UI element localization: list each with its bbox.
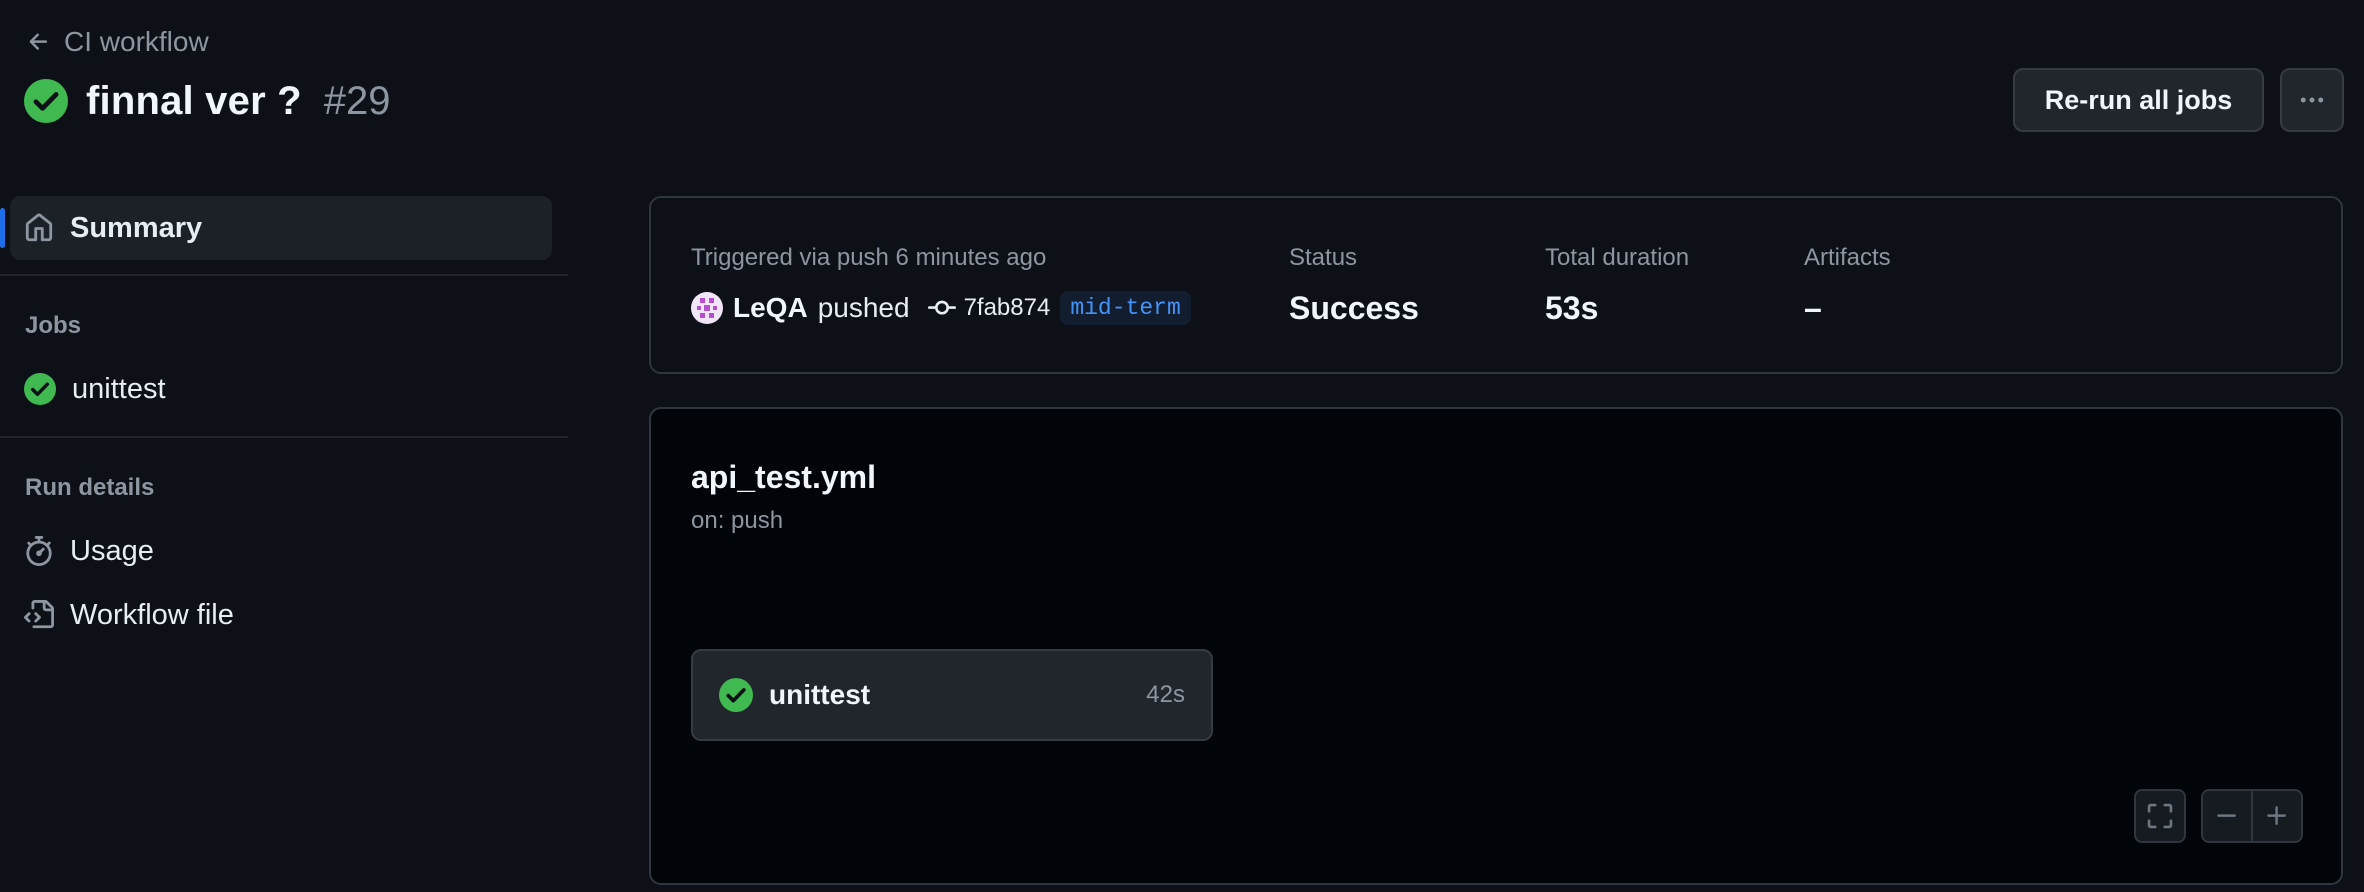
run-details-heading: Run details — [25, 474, 155, 501]
sidebar-summary-label: Summary — [70, 211, 203, 244]
run-title: finnal ver ? — [86, 78, 302, 123]
status-label: Status — [1289, 244, 1358, 271]
active-indicator — [0, 208, 5, 248]
fullscreen-button[interactable] — [2134, 789, 2186, 843]
back-link-label: CI workflow — [64, 26, 209, 57]
artifacts-value: – — [1804, 290, 1822, 326]
back-to-workflow-link[interactable]: CI workflow — [26, 24, 209, 60]
job-node-duration: 42s — [1146, 681, 1185, 708]
zoom-in-button[interactable] — [2253, 791, 2301, 841]
job-node-name: unittest — [769, 679, 871, 710]
sidebar-divider — [0, 274, 568, 276]
sidebar-usage-label: Usage — [70, 534, 154, 567]
duration-value: 53s — [1545, 290, 1599, 326]
workflow-file-name: api_test.yml — [691, 459, 876, 495]
check-circle-fill-icon — [719, 678, 753, 712]
plus-icon — [2264, 803, 2290, 829]
actor-link[interactable]: LeQA — [733, 292, 808, 324]
commit-link[interactable]: 7fab874 — [927, 294, 1051, 322]
arrow-left-icon — [26, 29, 52, 55]
rerun-all-jobs-button[interactable]: Re-run all jobs — [2013, 68, 2264, 132]
commit-sha: 7fab874 — [963, 294, 1051, 321]
branch-badge[interactable]: mid-term — [1060, 291, 1191, 325]
sidebar-item-usage[interactable]: Usage — [10, 519, 552, 583]
job-node-unittest[interactable]: unittest 42s — [691, 649, 1213, 741]
git-commit-icon — [927, 294, 956, 322]
avatar[interactable] — [691, 292, 723, 324]
screen-full-icon — [2146, 802, 2174, 830]
sidebar-item-summary[interactable]: Summary — [0, 196, 552, 260]
sidebar-workflow-file-label: Workflow file — [70, 598, 234, 631]
artifacts-label: Artifacts — [1804, 244, 1891, 271]
push-action: pushed — [817, 292, 910, 323]
run-number: #29 — [323, 78, 391, 123]
jobs-heading: Jobs — [25, 312, 82, 339]
workflow-graph-card: api_test.yml on: push unittest 42s — [649, 407, 2343, 885]
sidebar-item-workflow-file[interactable]: Workflow file — [10, 583, 552, 647]
zoom-controls — [2201, 789, 2303, 843]
trigger-text: Triggered via push 6 minutes ago — [691, 244, 1047, 271]
more-options-button[interactable] — [2280, 68, 2344, 132]
check-circle-fill-icon — [24, 79, 68, 123]
sidebar-job-label: unittest — [72, 372, 166, 405]
file-code-icon — [24, 600, 54, 630]
zoom-out-button[interactable] — [2203, 791, 2251, 841]
dash-icon — [2214, 803, 2240, 829]
run-title-row: finnal ver ? #29 — [24, 76, 391, 126]
kebab-horizontal-icon — [2298, 86, 2326, 114]
run-summary-card: Triggered via push 6 minutes ago LeQA pu… — [649, 196, 2343, 374]
workflow-trigger: on: push — [691, 507, 784, 534]
home-icon — [24, 213, 54, 243]
sidebar-divider — [0, 436, 568, 438]
duration-label: Total duration — [1545, 244, 1690, 271]
stopwatch-icon — [24, 536, 54, 566]
status-value: Success — [1289, 290, 1419, 326]
sidebar-item-job-unittest[interactable]: unittest — [10, 357, 552, 421]
check-circle-fill-icon — [24, 373, 56, 405]
push-info: LeQA pushed 7fab874 mid-term — [691, 290, 1191, 326]
